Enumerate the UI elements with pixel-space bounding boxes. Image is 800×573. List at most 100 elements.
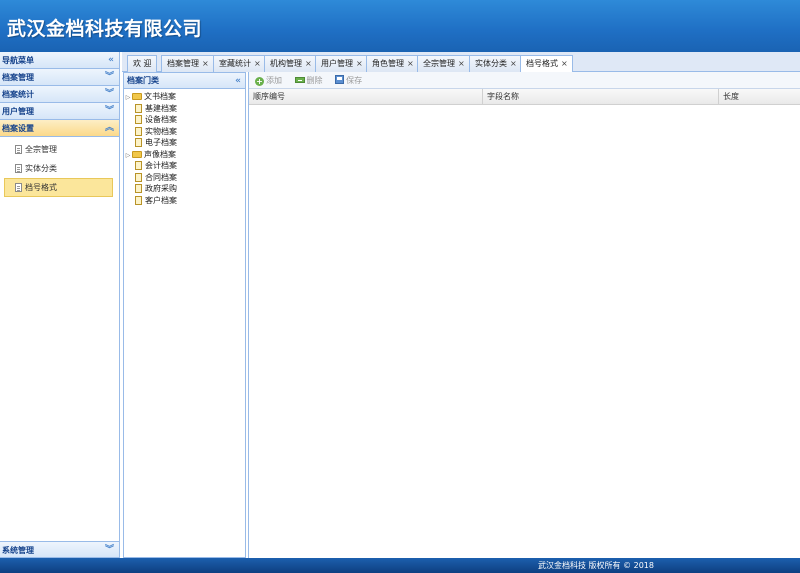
tab-label: 角色管理	[372, 59, 404, 68]
minus-icon	[294, 77, 305, 83]
tree-body: ▷ 文书档案 基建档案 设备档案 实物档案 电子档案 ▷ 声像档案 会计档案 合同档…	[124, 89, 245, 206]
tab-fonds-management[interactable]: 全宗管理 ×	[417, 55, 470, 72]
file-icon	[135, 195, 142, 205]
tab-label: 欢 迎	[133, 59, 152, 68]
tree-node-customer-archives[interactable]: 客户档案	[124, 195, 245, 207]
tab-user-management[interactable]: 用户管理 ×	[315, 55, 368, 72]
tab-label: 用户管理	[321, 59, 353, 68]
sidebar-section-archive-statistics[interactable]: 档案统计 ︾	[0, 86, 119, 103]
chevron-double-down-icon[interactable]: ︾	[105, 542, 114, 559]
sidebar-header-label: 导航菜单	[2, 56, 34, 65]
tree-node-label: 实物档案	[145, 126, 177, 136]
sidebar-section-user-management[interactable]: 用户管理 ︾	[0, 103, 119, 120]
file-icon	[135, 126, 142, 136]
sidebar-item-label: 实体分类	[25, 164, 57, 173]
file-icon	[135, 172, 142, 182]
tab-welcome[interactable]: 欢 迎	[127, 55, 157, 72]
file-icon	[135, 138, 142, 147]
app-header: 武汉金档科技有限公司	[0, 0, 800, 52]
add-button[interactable]: + 添加	[255, 72, 282, 89]
archive-category-tree: 档案门类 « ▷ 文书档案 基建档案 设备档案 实物档案 电子档案 ▷ 声像档案 会…	[123, 72, 246, 558]
delete-button-label: 删除	[306, 76, 323, 85]
sidebar-section-archive-management[interactable]: 档案管理 ︾	[0, 69, 119, 86]
close-icon[interactable]: ×	[254, 59, 261, 68]
delete-button[interactable]: 删除	[294, 72, 323, 89]
field-grid-panel: + 添加 删除 保存 顺序编号 字段名称 长度	[248, 72, 800, 558]
tree-node-label: 政府采购	[145, 184, 177, 193]
tab-label: 档号格式	[526, 59, 558, 68]
sidebar-section-system-management[interactable]: 系统管理 ︾	[0, 541, 119, 558]
add-button-label: 添加	[266, 76, 282, 85]
save-icon	[335, 75, 345, 84]
tree-node-physical-archives[interactable]: 实物档案	[124, 126, 245, 138]
sidebar-section-label: 用户管理	[2, 107, 34, 116]
tab-label: 室藏统计	[219, 59, 251, 68]
tree-node-label: 声像档案	[144, 149, 176, 159]
column-header-label: 顺序编号	[253, 92, 285, 101]
file-icon	[135, 161, 142, 170]
close-icon[interactable]: ×	[561, 59, 568, 68]
tab-entity-classification[interactable]: 实体分类 ×	[469, 55, 522, 72]
sidebar-item-fonds-management[interactable]: 全宗管理	[4, 140, 113, 159]
close-icon[interactable]: ×	[305, 59, 312, 68]
close-icon[interactable]: ×	[510, 59, 517, 68]
tree-node-construction-archives[interactable]: 基建档案	[124, 103, 245, 115]
folder-icon	[132, 150, 142, 158]
file-icon	[135, 103, 142, 113]
close-icon[interactable]: ×	[356, 59, 363, 68]
document-icon	[15, 183, 22, 192]
sidebar-item-archive-number-format[interactable]: 档号格式	[4, 178, 113, 197]
close-icon[interactable]: ×	[407, 59, 414, 68]
tree-node-equipment-archives[interactable]: 设备档案	[124, 114, 245, 126]
sidebar-section-archive-settings[interactable]: 档案设置 ︽	[0, 120, 119, 137]
column-header-length[interactable]: 长度	[719, 89, 800, 105]
collapse-left-icon[interactable]: «	[235, 73, 241, 89]
tree-node-label: 合同档案	[145, 172, 177, 182]
tab-organization-management[interactable]: 机构管理 ×	[264, 55, 317, 72]
tree-node-contract-archives[interactable]: 合同档案	[124, 172, 245, 184]
sidebar-section-label: 档案设置	[2, 124, 34, 133]
tab-label: 实体分类	[475, 59, 507, 68]
tab-archive-number-format[interactable]: 档号格式 ×	[520, 55, 573, 73]
tab-bar: 欢 迎 档案管理 × 室藏统计 × 机构管理 × 用户管理 × 角色管理 × 全宗管理 × …	[122, 52, 800, 73]
sidebar-section-label: 档案管理	[2, 73, 34, 82]
tab-label: 机构管理	[270, 59, 302, 68]
tree-node-electronic-archives[interactable]: 电子档案	[124, 137, 245, 149]
sidebar-item-entity-classification[interactable]: 实体分类	[4, 159, 113, 178]
chevron-double-down-icon[interactable]: ︾	[105, 86, 114, 103]
chevron-double-down-icon[interactable]: ︾	[105, 69, 114, 86]
sidebar-item-label: 档号格式	[25, 183, 57, 192]
save-button-label: 保存	[346, 76, 363, 85]
close-icon[interactable]: ×	[458, 59, 465, 68]
save-button[interactable]: 保存	[335, 72, 362, 89]
document-icon	[15, 145, 22, 154]
app-footer: 武汉金档科技 版权所有 © 2018	[0, 558, 800, 573]
app-title: 武汉金档科技有限公司	[7, 18, 203, 40]
tree-node-label: 基建档案	[145, 103, 177, 113]
folder-icon	[132, 93, 142, 100]
tab-label: 全宗管理	[423, 59, 455, 68]
tab-archive-management[interactable]: 档案管理 ×	[161, 55, 214, 72]
tab-collection-statistics[interactable]: 室藏统计 ×	[213, 55, 266, 72]
tab-role-management[interactable]: 角色管理 ×	[366, 55, 419, 72]
collapse-left-icon[interactable]: «	[108, 52, 114, 69]
tree-node-audiovisual-archives[interactable]: ▷ 声像档案	[124, 149, 245, 161]
sidebar-settings-items: 全宗管理 实体分类 档号格式	[0, 137, 119, 197]
sidebar-header[interactable]: 导航菜单 «	[0, 52, 119, 69]
chevron-double-up-icon[interactable]: ︽	[105, 120, 114, 137]
tree-node-document-archives[interactable]: ▷ 文书档案	[124, 91, 245, 103]
column-header-label: 长度	[723, 92, 739, 101]
file-icon	[135, 115, 142, 124]
sidebar-item-label: 全宗管理	[25, 145, 57, 154]
column-header-sequence-number[interactable]: 顺序编号	[249, 89, 483, 105]
tab-label: 档案管理	[167, 59, 199, 68]
chevron-double-down-icon[interactable]: ︾	[105, 103, 114, 120]
plus-icon: +	[255, 77, 264, 86]
tree-node-accounting-archives[interactable]: 会计档案	[124, 160, 245, 172]
column-header-field-name[interactable]: 字段名称	[483, 89, 719, 105]
tree-node-government-procurement[interactable]: 政府采购	[124, 183, 245, 195]
copyright-text: 武汉金档科技 版权所有 © 2018	[538, 561, 654, 570]
grid-toolbar: + 添加 删除 保存	[249, 72, 800, 89]
close-icon[interactable]: ×	[202, 59, 209, 68]
sidebar-section-label: 系统管理	[2, 546, 34, 555]
